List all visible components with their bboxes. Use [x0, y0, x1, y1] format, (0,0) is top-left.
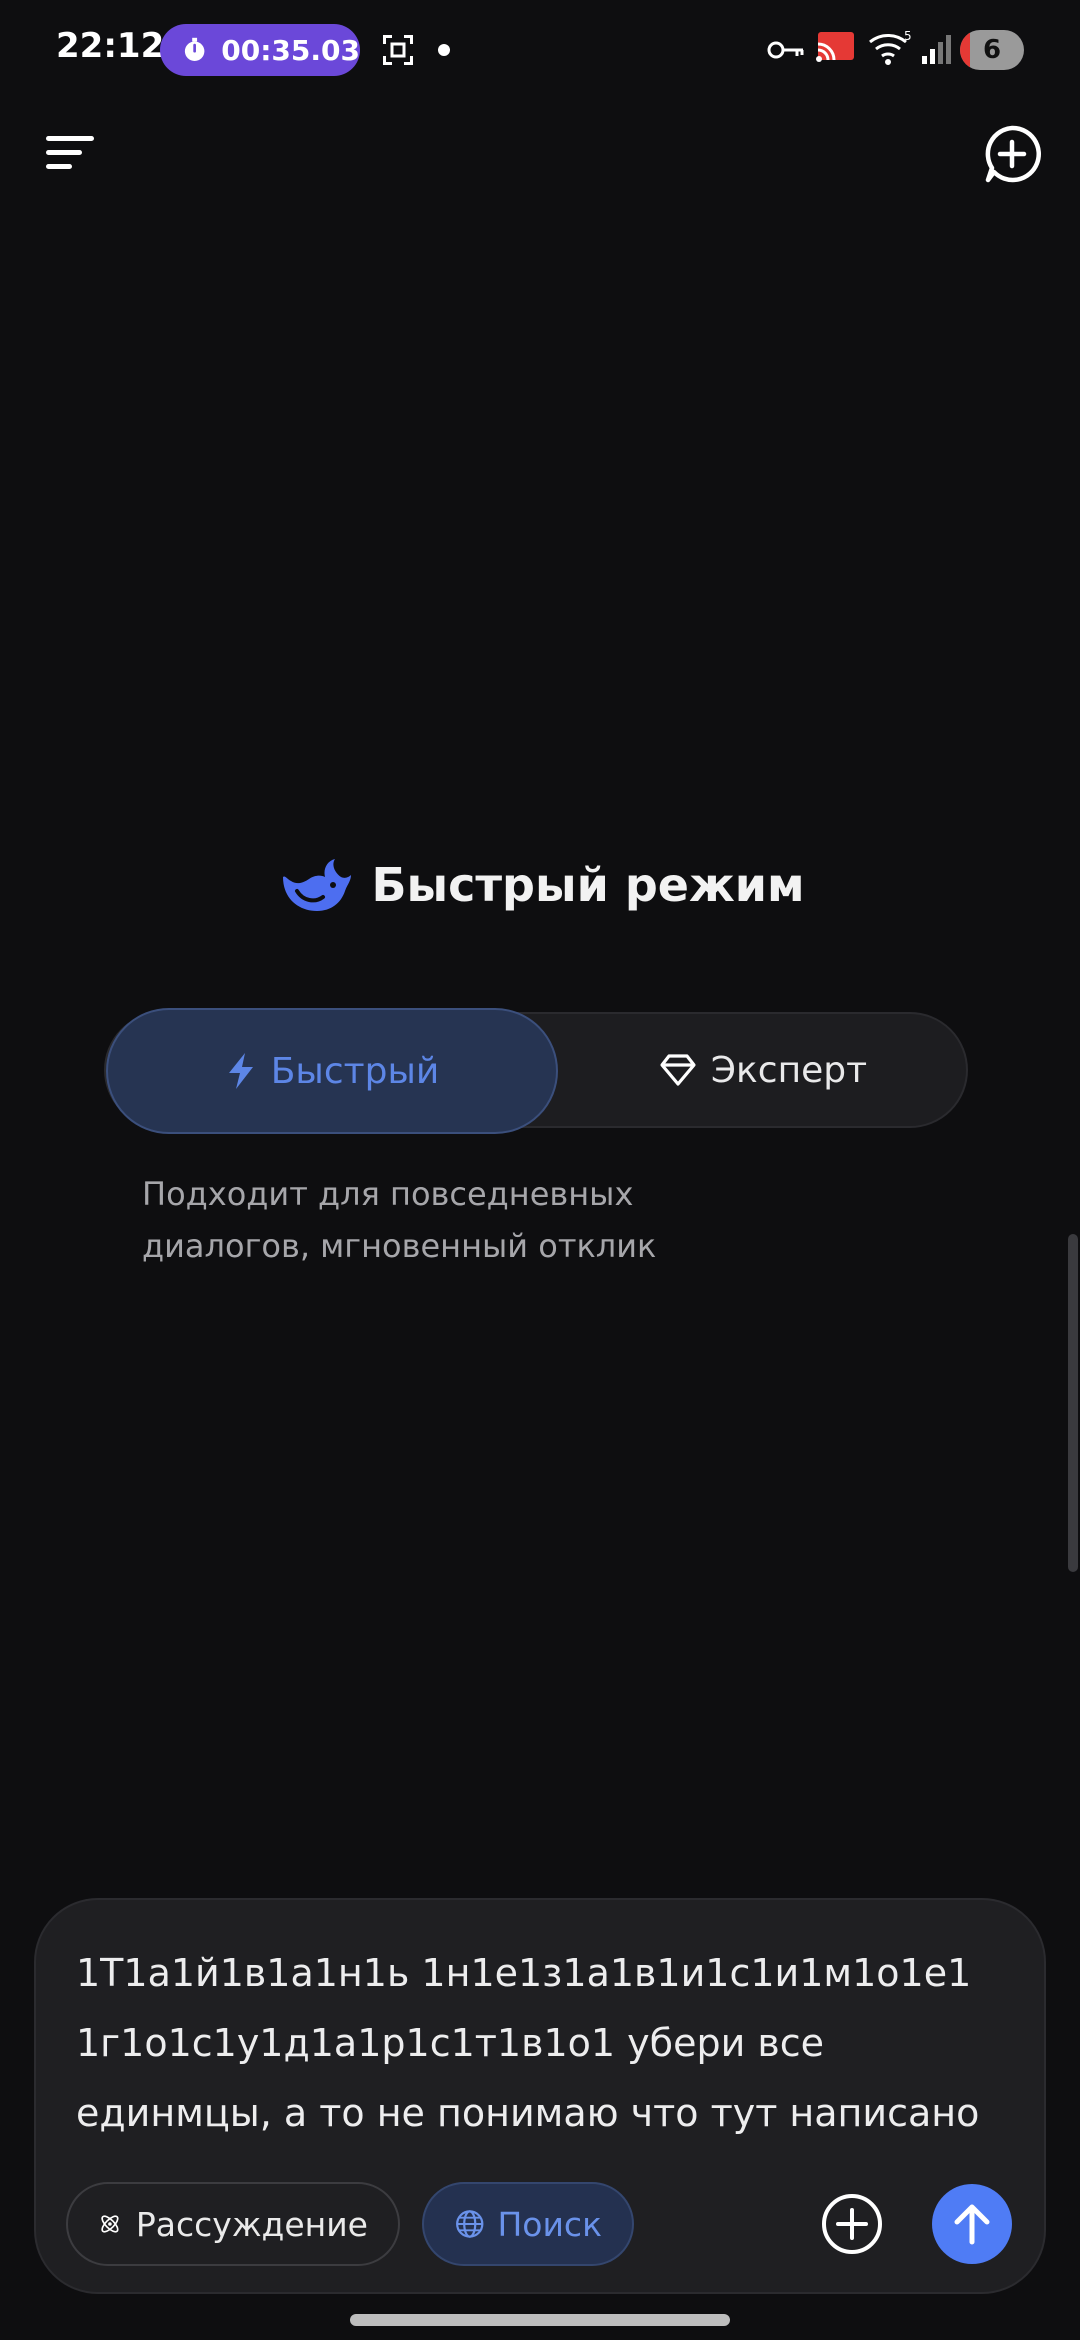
mode-option-fast[interactable]: Быстрый [106, 1008, 558, 1134]
cast-icon [816, 32, 854, 62]
mode-option-expert-label: Эксперт [710, 1049, 868, 1091]
reasoning-toggle[interactable]: Рассуждение [66, 2182, 400, 2266]
mode-selector: Быстрый Эксперт [104, 1008, 968, 1134]
attach-button[interactable] [820, 2192, 884, 2256]
menu-icon [46, 136, 94, 169]
home-indicator[interactable] [350, 2314, 730, 2326]
battery-icon: 6 [960, 30, 1024, 70]
key-icon [767, 41, 804, 59]
whale-logo-icon [283, 859, 352, 911]
plus-circle-icon [822, 2194, 882, 2254]
mode-title: Быстрый режим [371, 858, 805, 912]
timer-value: 00:35.03 [221, 33, 360, 67]
mode-header: Быстрый режим [0, 855, 1080, 915]
message-input[interactable]: 1Т1а1й1в1а1н1ь 1н1е1з1а1в1и1с1и1м1о1е1 1… [76, 1938, 1016, 2148]
mode-description: Подходит для повседневных диалогов, мгно… [142, 1175, 657, 1265]
mode-option-expert[interactable]: Эксперт [558, 1014, 968, 1126]
send-button[interactable] [932, 2184, 1012, 2264]
stopwatch-icon [184, 37, 205, 61]
status-bar: 22:12 00:35.03 5 6 [0, 0, 1080, 100]
status-time: 22:12 [56, 26, 165, 66]
battery-level: 6 [982, 35, 1002, 65]
menu-button[interactable] [42, 130, 98, 174]
lightning-icon [228, 1053, 253, 1089]
globe-icon [456, 2210, 484, 2238]
dot-icon [438, 44, 450, 56]
diamond-icon [660, 1054, 696, 1086]
timer-pill[interactable]: 00:35.03 [160, 24, 360, 76]
atom-icon [101, 2215, 119, 2233]
search-toggle[interactable]: Поиск [422, 2182, 634, 2266]
search-label: Поиск [497, 2204, 602, 2244]
signal-icon [922, 35, 951, 64]
mode-option-fast-label: Быстрый [270, 1050, 440, 1092]
new-chat-button[interactable] [980, 122, 1044, 186]
arrow-up-icon [954, 2204, 990, 2245]
reasoning-label: Рассуждение [135, 2204, 368, 2244]
message-composer: 1Т1а1й1в1а1н1ь 1н1е1з1а1в1и1с1и1м1о1е1 1… [34, 1898, 1046, 2294]
screenshot-icon [383, 35, 413, 65]
wifi-icon: 5 [869, 29, 912, 65]
svg-text:5: 5 [904, 29, 912, 43]
new-chat-icon [985, 125, 1041, 183]
scrollbar[interactable] [1068, 1234, 1078, 1572]
